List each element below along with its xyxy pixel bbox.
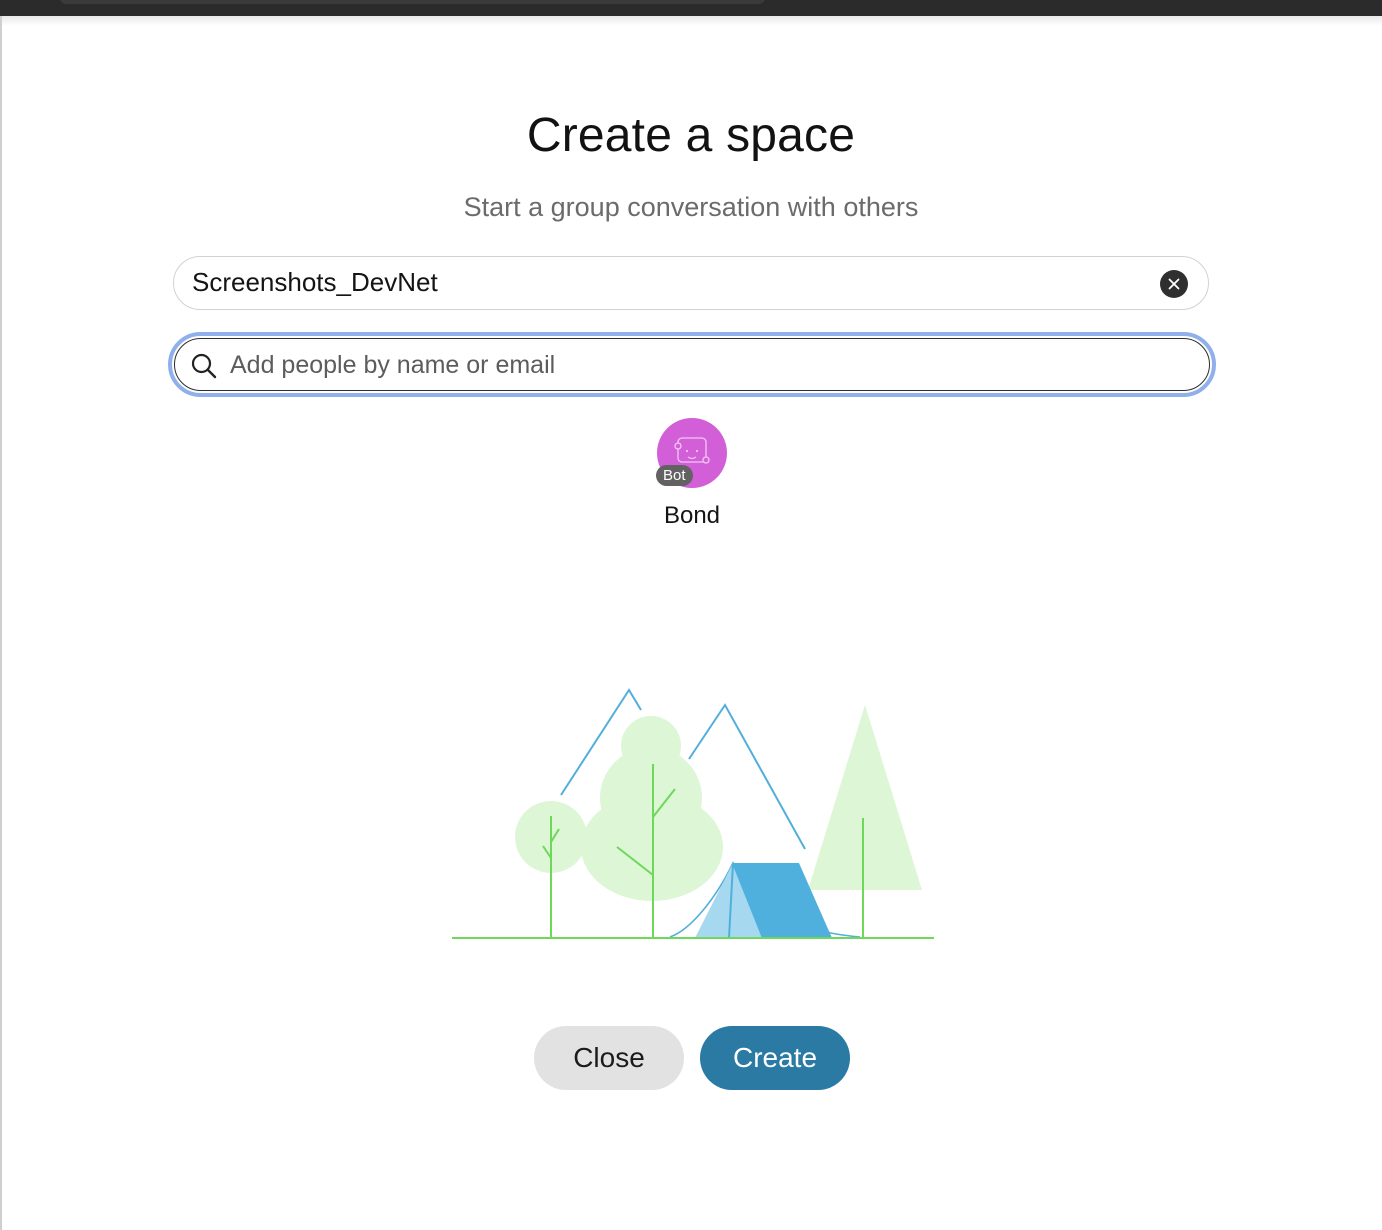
contact-name: Bond <box>663 502 721 529</box>
add-people-field[interactable] <box>168 332 1216 397</box>
suggested-contact[interactable]: Bot Bond <box>640 418 744 530</box>
top-shadow <box>0 16 1382 26</box>
space-name-field[interactable] <box>173 256 1209 310</box>
close-icon <box>1168 278 1180 290</box>
search-icon <box>191 353 217 379</box>
window-top-bar <box>0 0 1382 16</box>
close-button[interactable]: Close <box>534 1026 684 1090</box>
dialog-subtitle: Start a group conversation with others <box>463 192 919 222</box>
address-bar <box>60 0 765 4</box>
clear-name-button[interactable] <box>1160 270 1188 298</box>
avatar: Bot <box>656 418 727 488</box>
space-name-input[interactable] <box>192 257 1132 308</box>
camping-illustration <box>452 688 934 939</box>
create-button[interactable]: Create <box>700 1026 850 1090</box>
pine-tree <box>808 705 922 890</box>
add-people-input[interactable] <box>230 342 1170 388</box>
dialog-title: Create a space <box>526 109 856 162</box>
bot-badge: Bot <box>656 465 693 486</box>
